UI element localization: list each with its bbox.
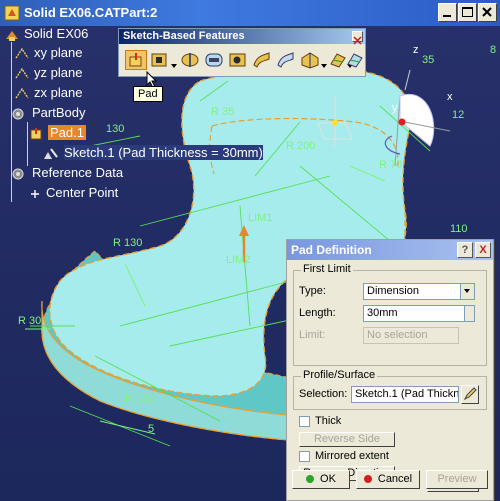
part-icon: [6, 30, 18, 41]
tree-item-yz-plane[interactable]: yz plane: [14, 65, 82, 81]
dim-5[interactable]: 5: [148, 423, 154, 435]
pocket-icon: [151, 53, 167, 67]
length-spinner[interactable]: [464, 306, 474, 321]
3d-viewport[interactable]: z y x R 35 130 R 200 R 70 110 R 130 LIM1…: [0, 26, 500, 501]
chevron-down-icon[interactable]: [460, 284, 474, 299]
tree-item-center-point[interactable]: Center Point: [28, 185, 118, 201]
pad-button[interactable]: [125, 50, 147, 70]
cancel-icon: [363, 475, 372, 484]
body-gear-icon: [12, 108, 24, 120]
toolbar-close-button[interactable]: [352, 31, 363, 45]
axis-y-label: y: [392, 102, 398, 114]
remove-multi-section-icon: [347, 53, 363, 68]
maximize-icon: [462, 7, 473, 17]
part-document-icon: [4, 5, 20, 21]
toolbar-header[interactable]: Sketch-Based Features: [119, 29, 365, 45]
dialog-close-button[interactable]: X: [475, 242, 491, 258]
dim-r30[interactable]: R 30: [18, 315, 41, 327]
slot-icon: [277, 52, 294, 68]
axis-x-label: x: [447, 91, 453, 103]
limit-label: Limit:: [299, 329, 326, 341]
plane-icon: [15, 47, 29, 58]
window-title: Solid EX06.CATPart:2: [24, 5, 158, 20]
tree-root[interactable]: Solid EX06: [4, 26, 88, 43]
groove-button[interactable]: [203, 50, 225, 70]
reverse-side-button[interactable]: Reverse Side: [299, 432, 395, 447]
preview-button[interactable]: Preview: [426, 470, 488, 489]
shaft-icon: [181, 53, 199, 67]
help-button[interactable]: ?: [457, 242, 473, 258]
minimize-icon: [443, 15, 451, 17]
tree-item-pad1[interactable]: Pad.1: [28, 125, 86, 142]
ok-icon: [306, 475, 315, 484]
shaft-button[interactable]: [179, 50, 201, 70]
close-icon: [482, 7, 492, 17]
sketch-pencil-icon: [463, 387, 477, 401]
close-window-button[interactable]: [478, 3, 497, 22]
pocket-button[interactable]: [149, 50, 171, 70]
type-label: Type:: [299, 285, 326, 297]
dim-8[interactable]: 8: [490, 44, 496, 56]
tree-item-partbody[interactable]: PartBody: [8, 105, 85, 122]
stiffener-icon: [301, 52, 319, 69]
selection-field[interactable]: Sketch.1 (Pad Thicknes: [351, 386, 459, 403]
dim-lim2[interactable]: LIM2: [226, 254, 250, 266]
slot-button[interactable]: [275, 50, 297, 70]
dim-r200[interactable]: R 200: [286, 140, 315, 152]
minimize-button[interactable]: [438, 3, 457, 22]
ok-button[interactable]: OK: [292, 470, 350, 489]
length-field[interactable]: 30mm: [363, 305, 475, 322]
thick-checkbox[interactable]: [299, 416, 310, 427]
title-bar: Solid EX06.CATPart:2: [0, 0, 500, 26]
limit-field[interactable]: No selection: [363, 327, 459, 344]
first-limit-legend: First Limit: [301, 263, 353, 275]
tree-item-sketch1[interactable]: Sketch.1 (Pad Thickness = 30mm): [42, 145, 263, 162]
pad-definition-dialog: Pad Definition ? X First Limit Type: Dim…: [286, 239, 494, 501]
profile-surface-legend: Profile/Surface: [301, 369, 378, 381]
tree-item-xy-plane[interactable]: xy plane: [14, 45, 82, 61]
sketch-icon: [44, 147, 58, 159]
remove-multi-section-button[interactable]: [345, 50, 365, 70]
dim-r70[interactable]: R 70: [379, 159, 402, 171]
hole-button[interactable]: [227, 50, 249, 70]
pocket-dropdown-arrow[interactable]: [171, 64, 177, 68]
plane-icon: [15, 87, 29, 98]
geometrical-set-icon: [12, 168, 24, 180]
rib-icon: [253, 52, 270, 68]
dialog-title-bar[interactable]: Pad Definition ? X: [287, 240, 493, 260]
type-combo[interactable]: Dimension: [363, 283, 475, 300]
length-label: Length:: [299, 307, 336, 319]
dim-r150[interactable]: R 150: [125, 393, 154, 405]
dim-r130[interactable]: R 130: [113, 237, 142, 249]
tree-item-zx-plane[interactable]: zx plane: [14, 85, 82, 101]
catia-window: Solid EX06.CATPart:2 z y x R 35 130 R 20…: [0, 0, 500, 501]
cancel-button[interactable]: Cancel: [356, 470, 420, 489]
mirrored-extent-checkbox[interactable]: [299, 451, 310, 462]
plane-icon: [15, 67, 29, 78]
sketcher-button[interactable]: [461, 385, 479, 404]
thick-label: Thick: [315, 415, 342, 427]
point-icon: [31, 189, 39, 198]
groove-icon: [205, 53, 223, 67]
tree-item-reference-data[interactable]: Reference Data: [8, 165, 123, 182]
axis-z-label: z: [413, 44, 419, 56]
dim-12[interactable]: 12: [452, 109, 464, 121]
sketch-based-features-toolbar: Sketch-Based Features: [118, 28, 366, 77]
stiffener-button[interactable]: [299, 50, 321, 70]
rib-button[interactable]: [251, 50, 273, 70]
pad-feature-icon: [30, 127, 42, 140]
maximize-button[interactable]: [458, 3, 477, 22]
mirrored-extent-label: Mirrored extent: [315, 450, 389, 462]
selection-label: Selection:: [299, 388, 348, 400]
hole-icon: [229, 53, 246, 67]
dim-lim1[interactable]: LIM1: [248, 212, 272, 224]
close-icon: [353, 36, 362, 45]
dim-110[interactable]: 110: [450, 223, 468, 235]
pad-icon: [129, 53, 142, 67]
tooltip: Pad: [133, 86, 163, 102]
dim-35[interactable]: 35: [422, 54, 434, 66]
